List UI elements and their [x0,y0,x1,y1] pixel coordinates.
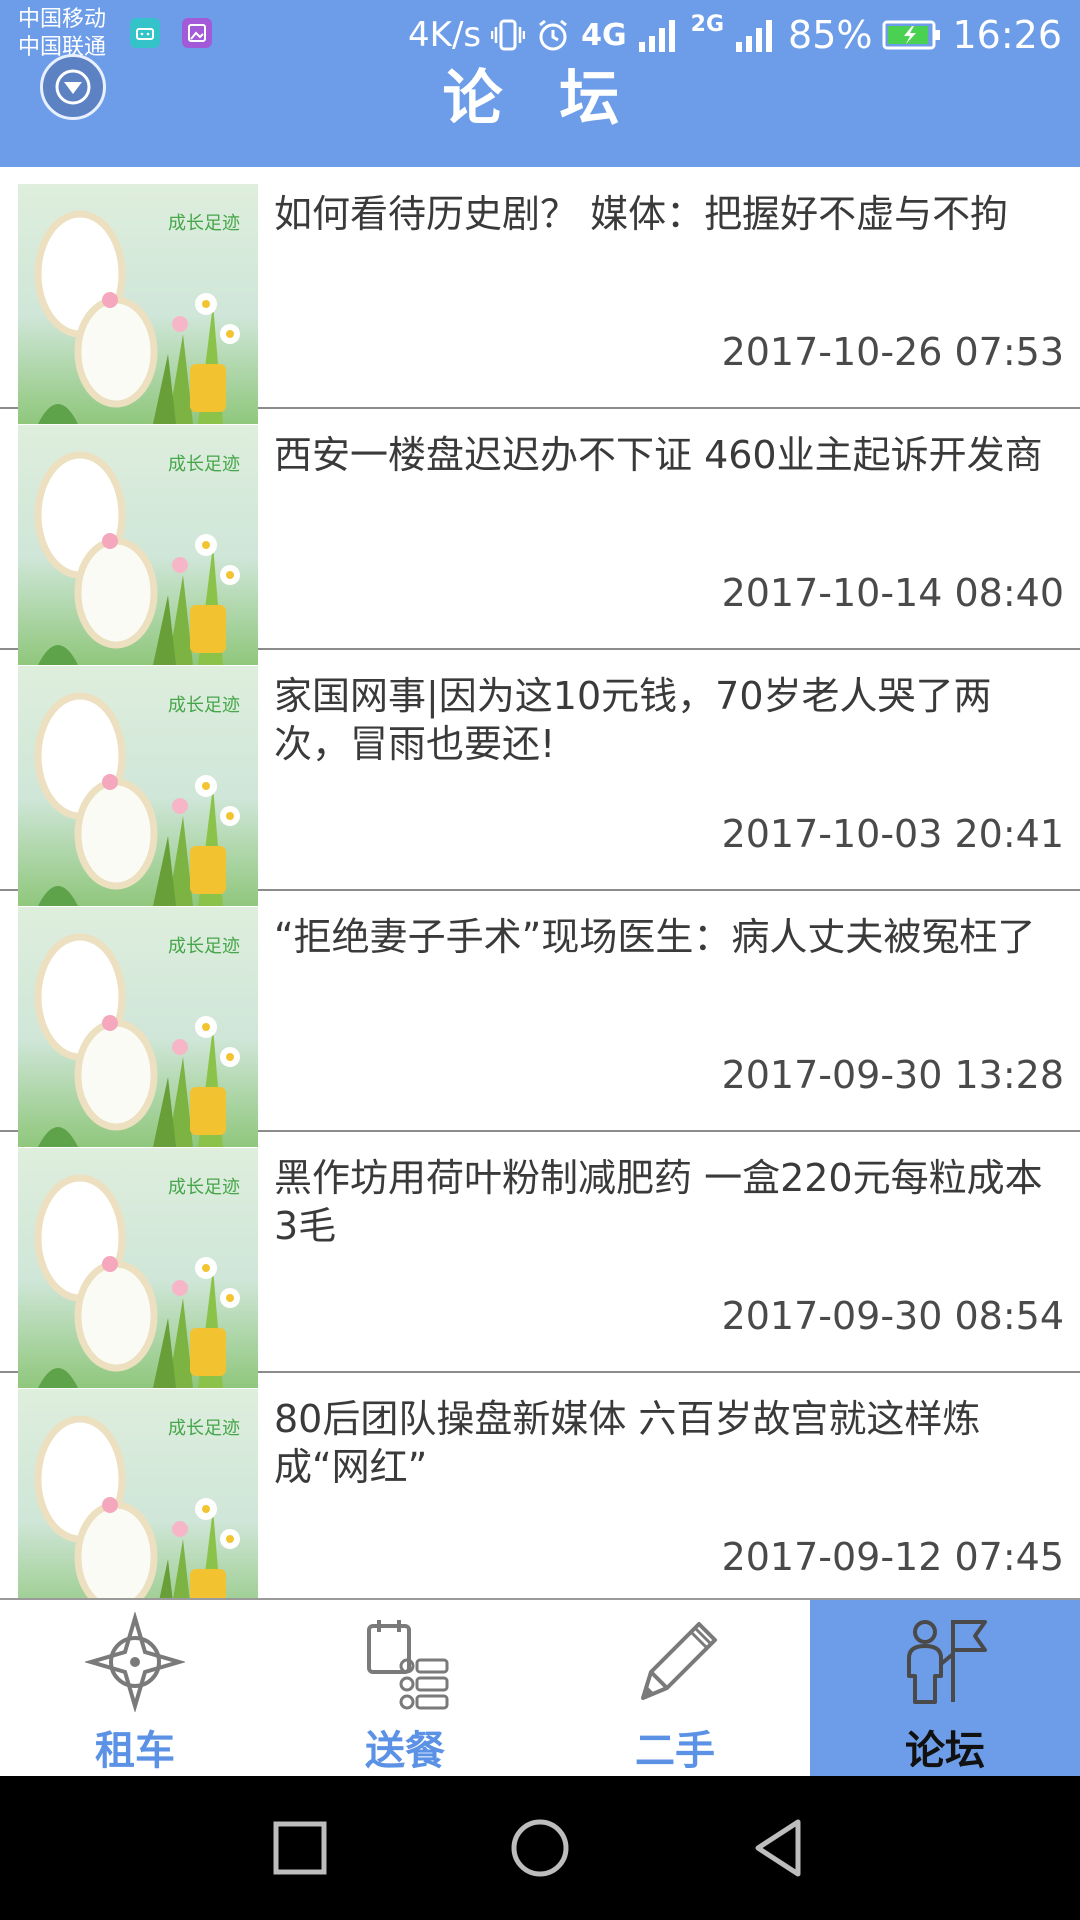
net-speed: 4K/s [408,15,482,55]
news-title: 80后团队操盘新媒体 六百岁故宫就这样炼成“网红” [274,1397,981,1489]
news-thumbnail [18,425,258,665]
vibrate-icon [491,17,526,53]
news-thumbnail [18,666,258,906]
news-title: 家国网事|因为这10元钱，70岁老人哭了两次，冒雨也要还! [274,674,992,766]
news-title: 西安一楼盘迟迟办不下证 460业主起诉开发商 [274,433,1043,477]
news-thumbnail [18,907,258,1147]
news-item[interactable]: 黑作坊用荷叶粉制减肥药 一盒220元每粒成本3毛 2017-09-30 08:5… [0,1132,1080,1373]
clipboard-list-icon [367,1620,449,1710]
battery-charging-icon [882,18,942,52]
system-navigation-bar [0,1776,1080,1920]
network-2g-label: 2G [690,12,725,37]
carrier-1: 中国移动 [18,7,107,32]
news-date: 2017-10-26 07:53 [721,330,1064,374]
news-item[interactable]: 如何看待历史剧？ 媒体：把握好不虚与不拘 2017-10-26 07:53 [0,168,1080,409]
gallery-notification-icon [182,18,212,48]
pencil-icon [641,1622,717,1700]
news-thumbnail [18,184,258,424]
square-recent-icon[interactable] [264,1812,336,1884]
news-title: 如何看待历史剧？ 媒体：把握好不虚与不拘 [274,192,1009,236]
tab-second-hand[interactable]: 二手 [540,1600,810,1776]
tab-rent-car[interactable]: 租车 [0,1600,270,1776]
news-title: 黑作坊用荷叶粉制减肥药 一盒220元每粒成本3毛 [274,1156,1043,1248]
news-thumbnail [18,1389,258,1598]
news-thumbnail [18,1148,258,1388]
news-date: 2017-09-12 07:45 [721,1535,1064,1579]
circle-home-icon[interactable] [504,1812,576,1884]
news-date: 2017-09-30 13:28 [721,1053,1064,1097]
bottom-tab-bar: 租车 送餐 二手 论坛 [0,1598,1080,1776]
alarm-icon [535,17,571,53]
tab-label: 送餐 [365,1728,445,1774]
signal-2g-icon [734,16,778,54]
tab-label: 租车 [95,1728,175,1774]
tab-label: 二手 [635,1728,715,1774]
news-date: 2017-09-30 08:54 [721,1294,1064,1338]
compass-icon [85,1612,185,1712]
page-title: 论 坛 [442,64,638,134]
app-header: 中国移动 中国联通 4K/s 4G 2G 85% 16:26 论 坛 [0,0,1080,167]
person-flag-icon [907,1620,987,1704]
signal-4g-icon [637,16,681,54]
tab-forum[interactable]: 论坛 [810,1600,1080,1776]
news-item[interactable]: 西安一楼盘迟迟办不下证 460业主起诉开发商 2017-10-14 08:40 [0,409,1080,650]
news-item[interactable]: 80后团队操盘新媒体 六百岁故宫就这样炼成“网红” 2017-09-12 07:… [0,1373,1080,1598]
news-item[interactable]: 家国网事|因为这10元钱，70岁老人哭了两次，冒雨也要还! 2017-10-03… [0,650,1080,891]
tab-label: 论坛 [905,1728,985,1774]
news-item[interactable]: “拒绝妻子手术”现场医生：病人丈夫被冤枉了 2017-09-30 13:28 [0,891,1080,1132]
news-list: 如何看待历史剧？ 媒体：把握好不虚与不拘 2017-10-26 07:53 西安… [0,168,1080,1598]
news-date: 2017-10-03 20:41 [721,812,1064,856]
network-4g-label: 4G [581,17,627,53]
triangle-back-icon[interactable] [744,1812,816,1884]
news-date: 2017-10-14 08:40 [721,571,1064,615]
tab-food-delivery[interactable]: 送餐 [270,1600,540,1776]
news-title: “拒绝妻子手术”现场医生：病人丈夫被冤枉了 [274,915,1036,959]
android-notification-icon [130,18,160,48]
